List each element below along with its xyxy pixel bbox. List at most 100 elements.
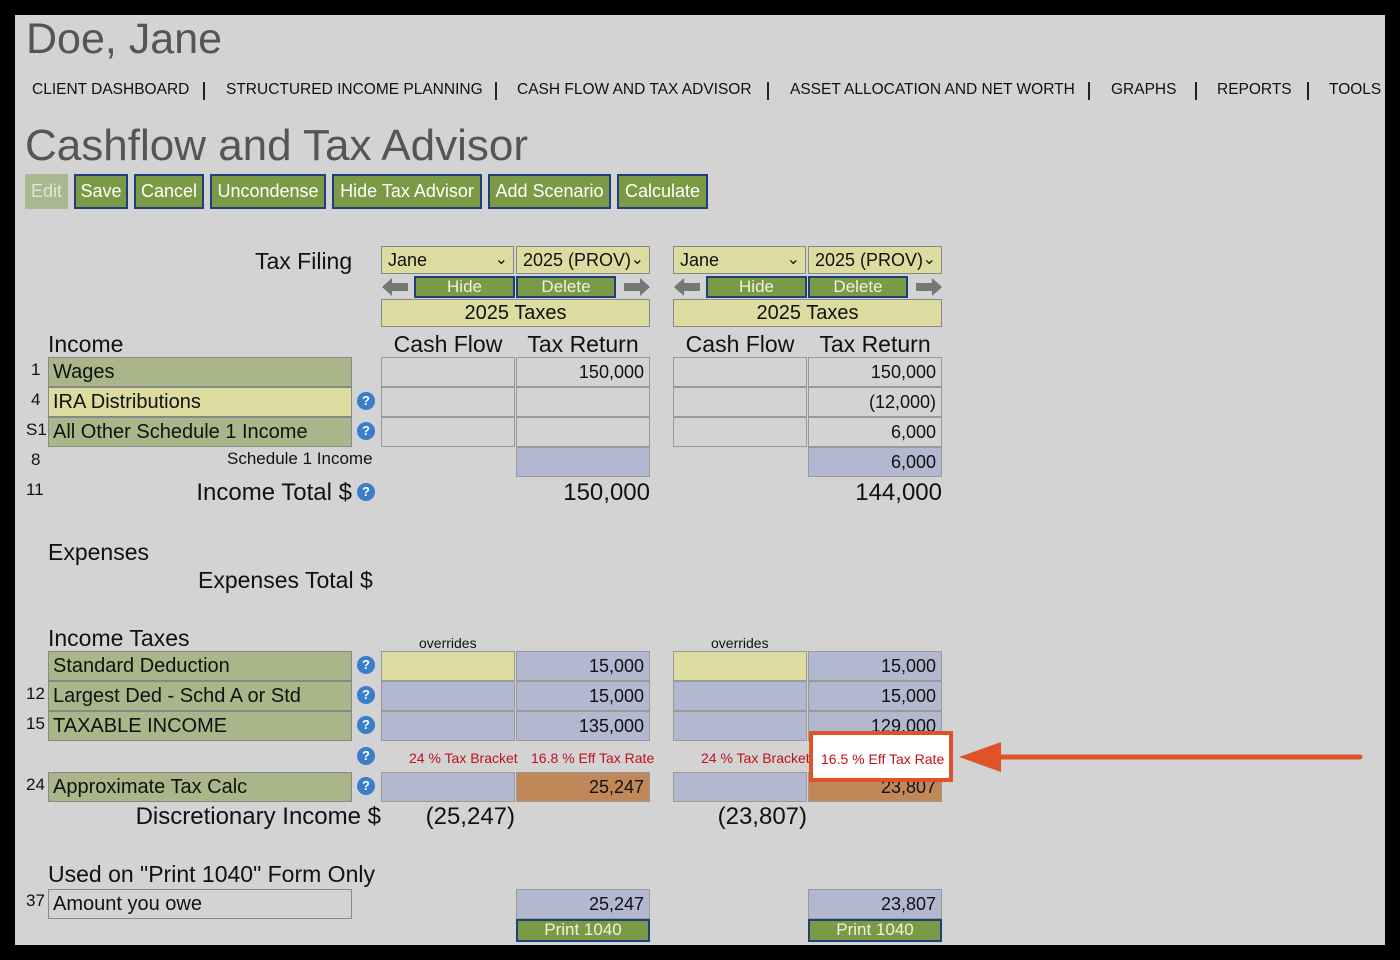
- nav-divider: [1088, 82, 1090, 100]
- hide-tax-advisor-button[interactable]: Hide Tax Advisor: [332, 174, 482, 209]
- nav-divider: [767, 82, 769, 100]
- other-schedule1-label[interactable]: All Other Schedule 1 Income: [48, 417, 352, 447]
- right-arrow-icon[interactable]: [624, 278, 650, 296]
- s2-tax-bracket: 24 % Tax Bracket: [701, 750, 810, 766]
- help-icon[interactable]: ?: [357, 422, 375, 440]
- s2-other-cashflow[interactable]: [673, 417, 807, 447]
- help-icon[interactable]: ?: [357, 716, 375, 734]
- wages-label[interactable]: Wages: [48, 357, 352, 387]
- nav-graphs[interactable]: GRAPHS: [1111, 81, 1176, 99]
- edit-button[interactable]: Edit: [25, 174, 68, 209]
- scenario-2-delete-button[interactable]: Delete: [808, 276, 908, 298]
- s1-print-1040-button[interactable]: Print 1040: [516, 919, 650, 942]
- s1-other-taxreturn[interactable]: [516, 417, 650, 447]
- s1-largest-ded-cashflow: [381, 681, 515, 711]
- chevron-down-icon: ⌄: [494, 251, 508, 268]
- nav-reports[interactable]: REPORTS: [1217, 81, 1292, 99]
- s2-wages-taxreturn[interactable]: 150,000: [808, 357, 942, 387]
- nav-asset-allocation[interactable]: ASSET ALLOCATION AND NET WORTH: [790, 81, 1075, 99]
- save-button[interactable]: Save: [74, 174, 128, 209]
- scenario-1-person-select[interactable]: Jane ⌄: [381, 246, 514, 274]
- tax-filing-label: Tax Filing: [255, 248, 353, 274]
- s1-other-cashflow[interactable]: [381, 417, 515, 447]
- s2-amount-owe: 23,807: [808, 889, 942, 919]
- help-icon[interactable]: ?: [357, 686, 375, 704]
- s1-approx-tax-cashflow: [381, 772, 515, 802]
- scenario-2-hide-button[interactable]: Hide: [706, 276, 807, 298]
- chevron-down-icon: ⌄: [786, 251, 800, 268]
- expenses-section-heading: Expenses: [48, 539, 150, 565]
- client-name: Doe, Jane: [26, 15, 223, 63]
- nav-structured-income[interactable]: STRUCTURED INCOME PLANNING: [226, 81, 483, 99]
- help-icon[interactable]: ?: [357, 392, 375, 410]
- eff-rate-highlight-box: 16.5 % Eff Tax Rate: [809, 731, 953, 782]
- discretionary-income-label: Discretionary Income $: [135, 803, 381, 830]
- schedule1-income-label: Schedule 1 Income: [227, 449, 373, 468]
- expenses-total-label: Expenses Total $: [198, 567, 373, 593]
- amount-you-owe-label: Amount you owe: [48, 889, 352, 919]
- selected-value: Jane: [388, 250, 428, 270]
- s1-overrides-label: overrides: [419, 635, 477, 651]
- s1-amount-owe: 25,247: [516, 889, 650, 919]
- scenario-2-cashflow-heading: Cash Flow: [685, 331, 795, 357]
- calculate-button[interactable]: Calculate: [617, 174, 708, 209]
- taxable-income-label[interactable]: TAXABLE INCOME: [48, 711, 352, 741]
- scenario-1-hide-button[interactable]: Hide: [414, 276, 515, 298]
- print-1040-section-heading: Used on "Print 1040" Form Only: [48, 861, 375, 887]
- line-number: 11: [26, 480, 44, 499]
- callout-arrow-icon: [959, 742, 1363, 772]
- s1-ira-taxreturn[interactable]: [516, 387, 650, 417]
- line-number: 4: [31, 390, 41, 409]
- scenario-1-delete-button[interactable]: Delete: [516, 276, 616, 298]
- help-icon[interactable]: ?: [357, 777, 375, 795]
- left-arrow-icon[interactable]: [382, 278, 408, 296]
- nav-divider: [1195, 82, 1197, 100]
- main-nav: CLIENT DASHBOARD STRUCTURED INCOME PLANN…: [15, 81, 1385, 103]
- s2-approx-tax-cashflow: [673, 772, 807, 802]
- s1-std-ded-override[interactable]: [381, 651, 515, 681]
- uncondense-button[interactable]: Uncondense: [210, 174, 326, 209]
- nav-tools[interactable]: TOOLS: [1329, 81, 1381, 99]
- cancel-button[interactable]: Cancel: [134, 174, 204, 209]
- help-icon[interactable]: ?: [357, 656, 375, 674]
- scenario-2-header: 2025 Taxes: [673, 299, 942, 327]
- ira-distributions-label[interactable]: IRA Distributions: [48, 387, 352, 417]
- s2-std-ded-override[interactable]: [673, 651, 807, 681]
- line-number: 24: [26, 775, 45, 794]
- chevron-down-icon: ⌄: [922, 251, 936, 268]
- scenario-1-year-select[interactable]: 2025 (PROV) ⌄: [516, 246, 650, 274]
- line-number: 12: [26, 684, 45, 703]
- left-arrow-icon[interactable]: [674, 278, 700, 296]
- s1-ira-cashflow[interactable]: [381, 387, 515, 417]
- income-section-heading: Income: [48, 331, 124, 357]
- right-arrow-icon[interactable]: [916, 278, 942, 296]
- s1-largest-ded-value: 15,000: [516, 681, 650, 711]
- scenario-2-year-select[interactable]: 2025 (PROV) ⌄: [808, 246, 942, 274]
- scenario-2-person-select[interactable]: Jane ⌄: [673, 246, 806, 274]
- s2-largest-ded-cashflow: [673, 681, 807, 711]
- help-icon[interactable]: ?: [357, 483, 375, 501]
- s2-ira-taxreturn[interactable]: (12,000): [808, 387, 942, 417]
- nav-cash-flow-tax[interactable]: CASH FLOW AND TAX ADVISOR: [517, 81, 752, 99]
- scenario-1-header: 2025 Taxes: [381, 299, 650, 327]
- selected-value: Jane: [680, 250, 720, 270]
- standard-deduction-label[interactable]: Standard Deduction: [48, 651, 352, 681]
- s2-print-1040-button[interactable]: Print 1040: [808, 919, 942, 942]
- largest-deduction-label[interactable]: Largest Ded - Schd A or Std: [48, 681, 352, 711]
- help-icon[interactable]: ?: [357, 747, 375, 765]
- s1-wages-cashflow[interactable]: [381, 357, 515, 387]
- line-number: 8: [31, 450, 41, 469]
- s2-wages-cashflow[interactable]: [673, 357, 807, 387]
- approx-tax-label[interactable]: Approximate Tax Calc: [48, 772, 352, 802]
- add-scenario-button[interactable]: Add Scenario: [488, 174, 611, 209]
- nav-divider: [203, 82, 205, 100]
- s2-ira-cashflow[interactable]: [673, 387, 807, 417]
- selected-value: 2025 (PROV): [523, 250, 632, 270]
- s2-other-taxreturn[interactable]: 6,000: [808, 417, 942, 447]
- s1-discretionary-income: (25,247): [425, 803, 515, 830]
- s1-wages-taxreturn[interactable]: 150,000: [516, 357, 650, 387]
- s1-income-total: 150,000: [563, 479, 650, 506]
- nav-client-dashboard[interactable]: CLIENT DASHBOARD: [32, 81, 189, 99]
- s2-income-total: 144,000: [855, 479, 942, 506]
- income-taxes-section-heading: Income Taxes: [48, 625, 190, 651]
